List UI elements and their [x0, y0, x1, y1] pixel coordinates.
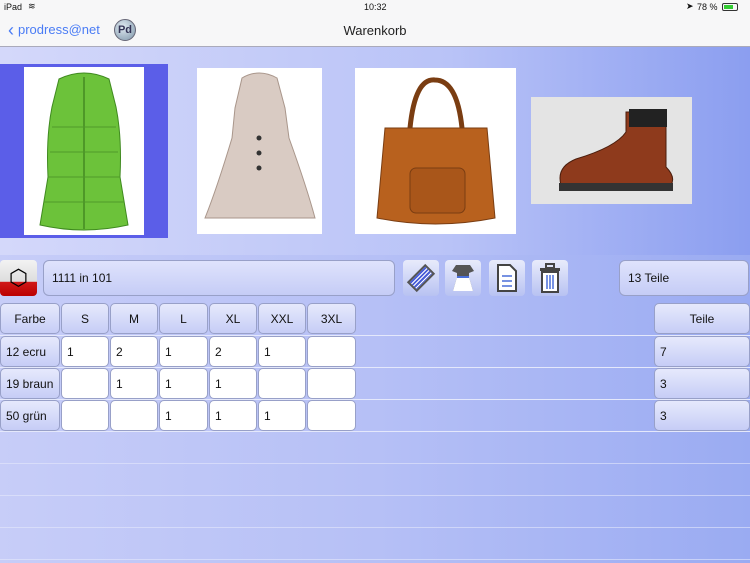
header-size: S — [61, 303, 109, 334]
article-button[interactable] — [445, 260, 481, 296]
product-gallery — [0, 47, 750, 255]
package-icon[interactable]: ⬡ — [0, 260, 37, 296]
quantity-cell[interactable]: 1 — [159, 400, 208, 431]
divider — [0, 495, 750, 496]
quantity-cell[interactable]: 1 — [159, 368, 208, 399]
clock: 10:32 — [364, 2, 387, 12]
row-total: 3 — [654, 368, 750, 399]
header-size: 3XL — [307, 303, 356, 334]
quantity-cell[interactable] — [307, 368, 356, 399]
quantity-cell[interactable] — [258, 368, 306, 399]
document-button[interactable] — [489, 260, 525, 296]
delete-button[interactable] — [532, 260, 568, 296]
document-icon — [497, 264, 517, 292]
quantity-cell[interactable]: 2 — [110, 336, 158, 367]
navigation-bar: ‹ prodress@net Pd Warenkorb — [0, 14, 750, 47]
row-total: 3 — [654, 400, 750, 431]
quantity-cell[interactable] — [307, 336, 356, 367]
header-size: XL — [209, 303, 257, 334]
quantity-cell[interactable]: 1 — [61, 336, 109, 367]
location-icon: ➤ — [686, 1, 694, 11]
header-farbe: Farbe — [0, 303, 60, 334]
trash-icon — [540, 263, 560, 293]
row-color-label: 12 ecru — [0, 336, 60, 367]
header-teile: Teile — [654, 303, 750, 334]
quantity-cell[interactable] — [307, 400, 356, 431]
device-label: iPad — [4, 2, 23, 12]
page-title: Warenkorb — [343, 23, 407, 38]
quantity-cell[interactable] — [61, 368, 109, 399]
quantity-cell[interactable]: 2 — [209, 336, 257, 367]
product-vest-selected[interactable] — [0, 64, 168, 238]
header-size: L — [159, 303, 208, 334]
order-field[interactable]: 1111 in 101 — [43, 260, 395, 296]
row-total: 7 — [654, 336, 750, 367]
barcode-tag-icon — [406, 263, 436, 293]
quantity-cell[interactable]: 1 — [159, 336, 208, 367]
quantity-cell[interactable] — [110, 400, 158, 431]
quantity-cell[interactable]: 1 — [110, 368, 158, 399]
header-size: XXL — [258, 303, 306, 334]
product-handbag[interactable] — [355, 68, 516, 234]
quantity-cell[interactable]: 1 — [258, 400, 306, 431]
quantity-cell[interactable]: 1 — [209, 368, 257, 399]
quantity-cell[interactable]: 1 — [258, 336, 306, 367]
divider — [0, 527, 750, 528]
wifi-icon: ≋ — [28, 1, 36, 11]
item-count: 13 Teile — [619, 260, 749, 296]
quantity-cell[interactable]: 1 — [209, 400, 257, 431]
product-coat[interactable] — [197, 68, 322, 234]
row-color-label: 50 grün — [0, 400, 60, 431]
quantity-cell[interactable] — [61, 400, 109, 431]
product-boot[interactable] — [531, 97, 692, 204]
status-bar: iPad ≋ 10:32 ➤ 78 % — [0, 0, 750, 14]
barcode-tag-button[interactable] — [403, 260, 439, 296]
battery-percent: 78 % — [697, 2, 718, 12]
divider — [0, 431, 750, 432]
vest-image — [24, 67, 144, 235]
dress-icon — [452, 265, 474, 291]
battery-icon — [722, 3, 738, 11]
row-color-label: 19 braun — [0, 368, 60, 399]
divider — [0, 463, 750, 464]
divider — [0, 559, 750, 560]
header-size: M — [110, 303, 158, 334]
